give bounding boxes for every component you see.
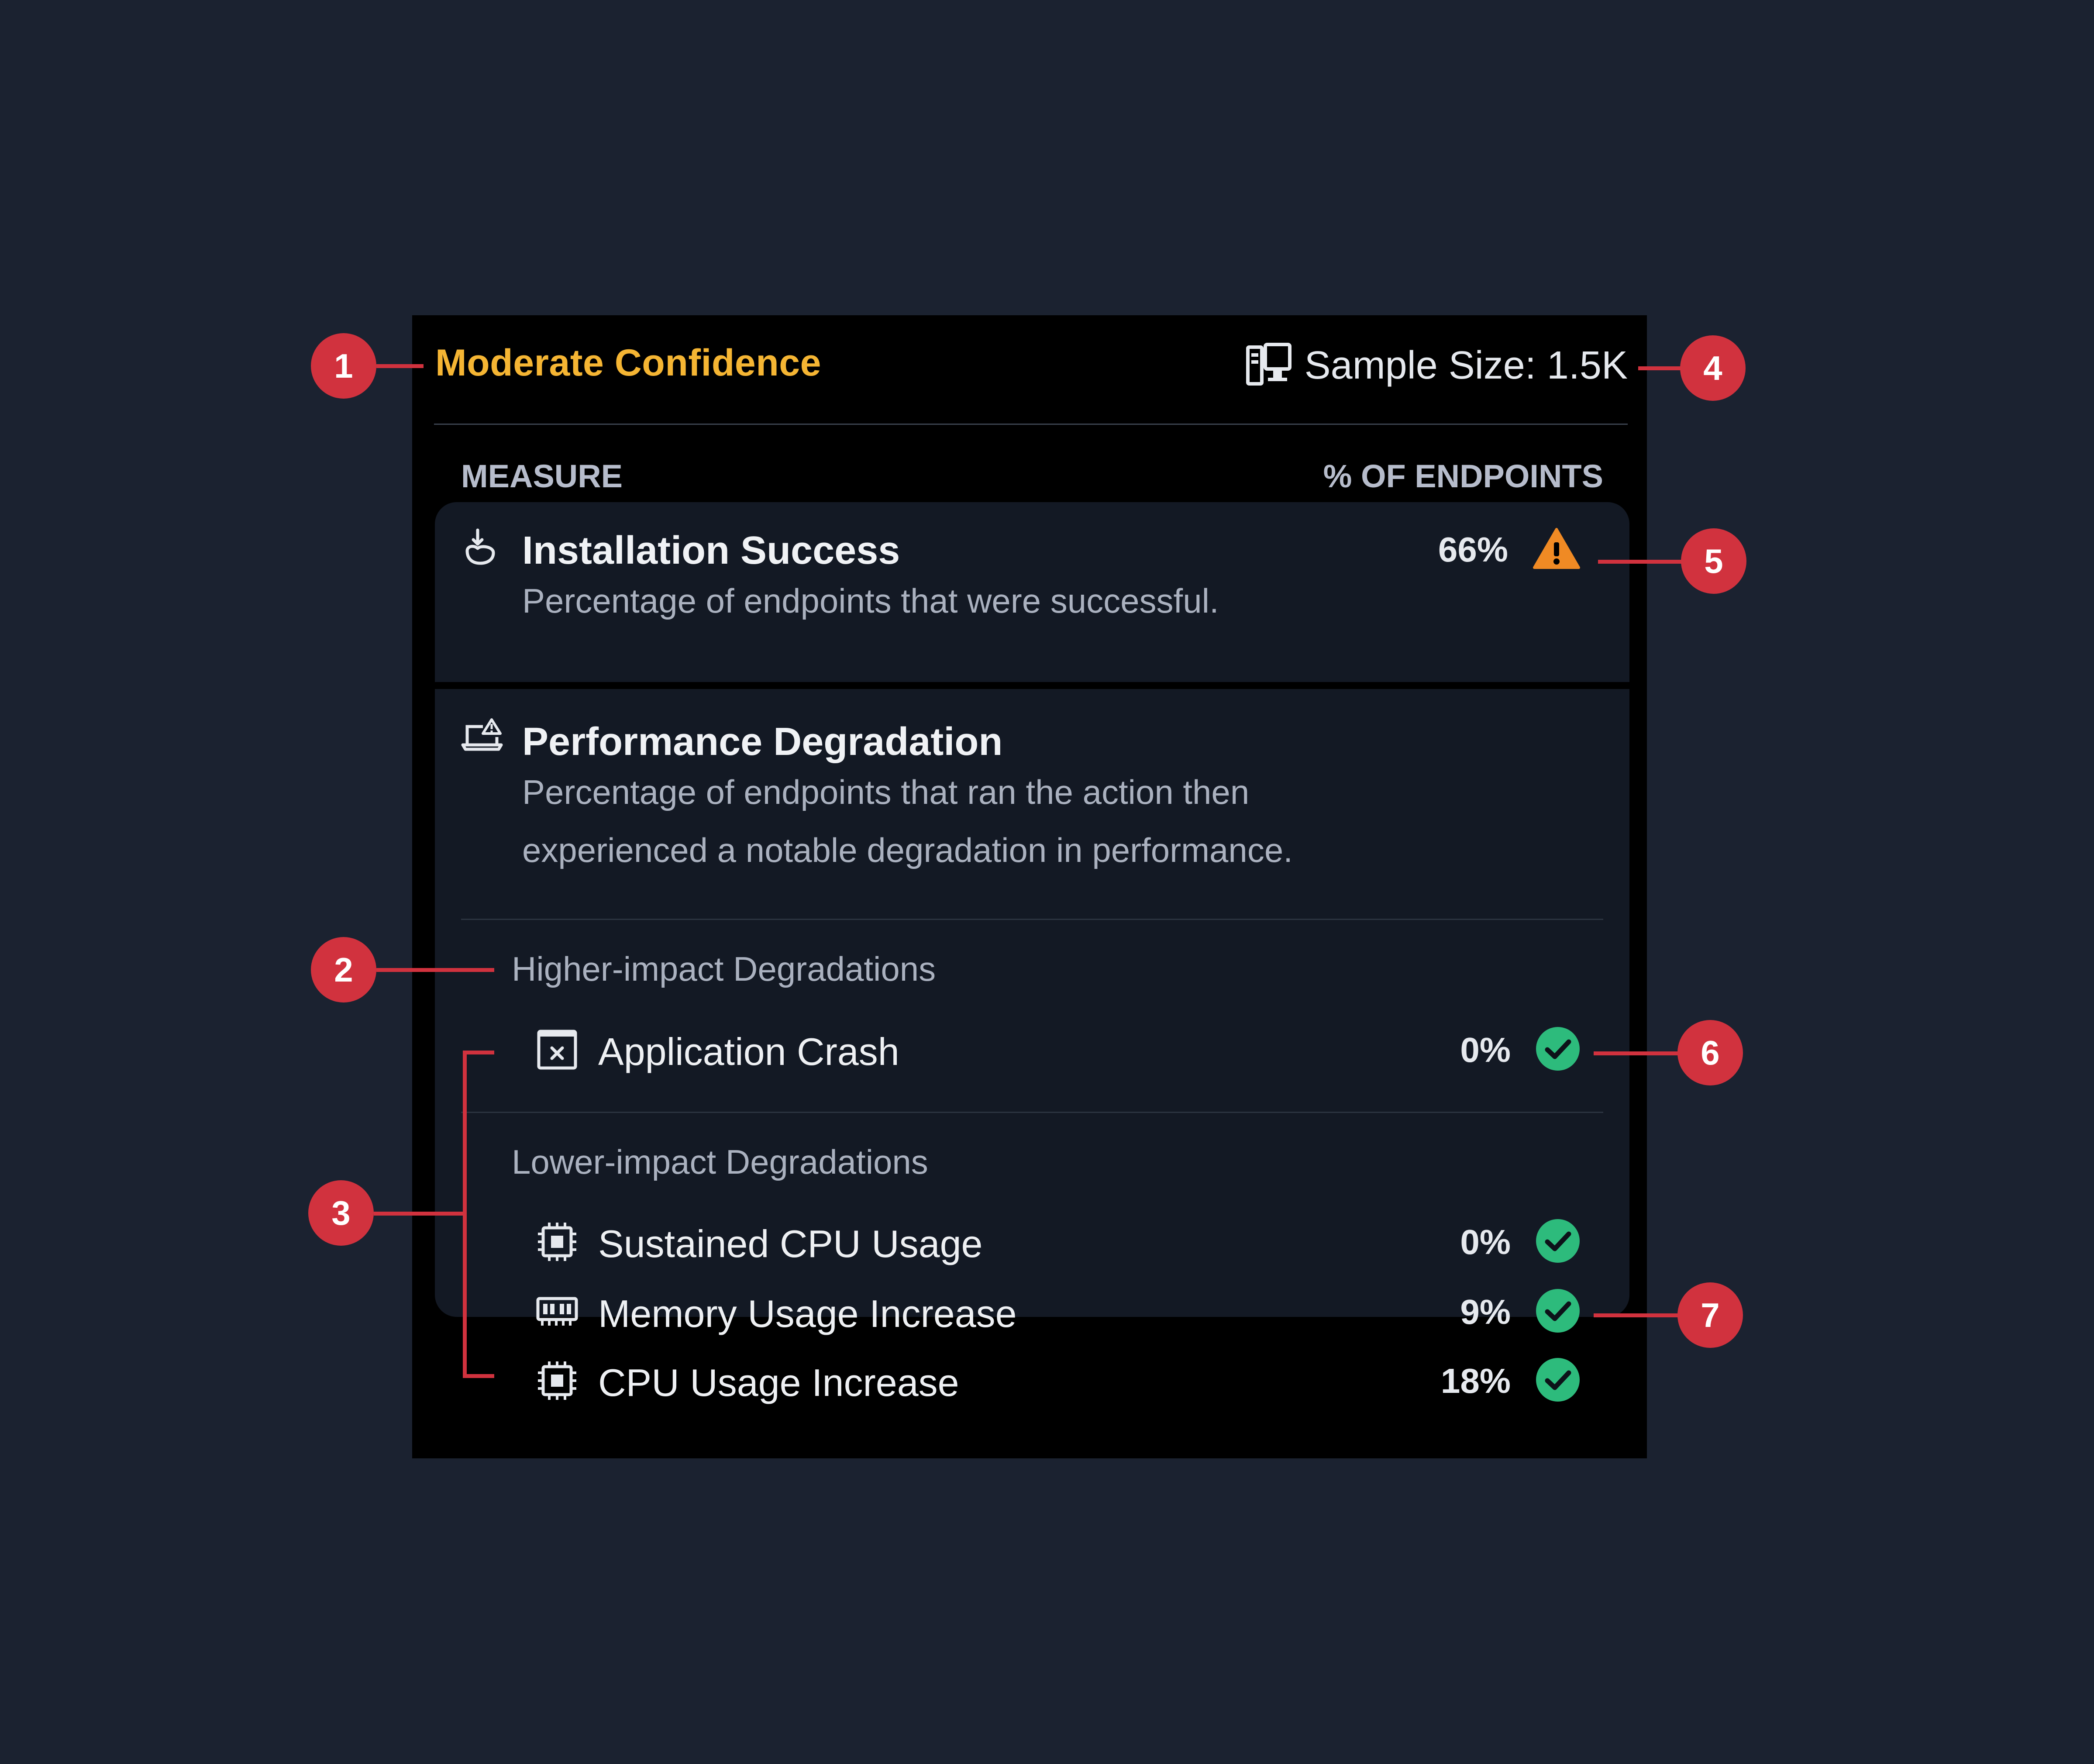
warning-icon (1533, 527, 1581, 572)
application-crash-label: Application Crash (598, 1030, 899, 1073)
installation-success-title: Installation Success (522, 529, 900, 572)
check-circle-icon (1535, 1218, 1581, 1266)
sustained-cpu-usage-metric: 0% (1460, 1218, 1581, 1266)
application-crash-percent: 0% (1460, 1030, 1511, 1069)
memory-usage-increase-label: Memory Usage Increase (598, 1292, 1017, 1335)
description-line: Percentage of endpoints that ran the act… (522, 773, 1250, 811)
memory-usage-increase-row[interactable]: Memory Usage Increase 9% (536, 1288, 1629, 1336)
measure-column-header: MEASURE (461, 458, 623, 494)
sample-size-label: Sample Size: 1.5K (1304, 343, 1628, 387)
section-divider (461, 1112, 1603, 1113)
cpu-usage-increase-metric: 18% (1441, 1357, 1581, 1405)
cpu-usage-increase-label: CPU Usage Increase (598, 1361, 959, 1404)
sustained-cpu-usage-label: Sustained CPU Usage (598, 1222, 983, 1265)
confidence-label: Moderate Confidence (435, 342, 821, 384)
performance-degradation-card[interactable]: Performance Degradation Percentage of en… (435, 689, 1629, 1404)
memory-icon (536, 1291, 578, 1335)
description-line: experienced a notable degradation in per… (522, 831, 1293, 869)
check-circle-icon (1535, 1026, 1581, 1074)
cpu-usage-increase-row[interactable]: CPU Usage Increase 18% (536, 1357, 1629, 1405)
application-crash-row[interactable]: Application Crash 0% (536, 1026, 1629, 1074)
sample-size: Sample Size: 1.5K (1246, 341, 1628, 389)
callout-5-leader (1598, 560, 1683, 564)
installation-success-card[interactable]: Installation Success Percentage of endpo… (435, 502, 1629, 682)
callout-6-leader (1594, 1051, 1679, 1055)
callout-3-leader (374, 1212, 466, 1216)
callout-3: 3 (308, 1180, 374, 1246)
callout-3-bracket (463, 1051, 467, 1378)
cpu-icon (536, 1221, 578, 1265)
higher-impact-title: Higher-impact Degradations (512, 950, 936, 988)
callout-6: 6 (1677, 1020, 1743, 1085)
memory-usage-increase-metric: 9% (1460, 1288, 1581, 1336)
callout-1: 1 (311, 333, 376, 399)
column-headers: MEASURE % OF ENDPOINTS (461, 454, 1603, 498)
confidence-panel: Moderate Confidence Sample Size: 1.5K ME… (412, 315, 1647, 1458)
check-circle-icon (1535, 1288, 1581, 1336)
endpoints-column-header: % OF ENDPOINTS (1323, 458, 1603, 494)
section-divider (461, 919, 1603, 920)
callout-1-leader (376, 364, 424, 368)
memory-usage-increase-percent: 9% (1460, 1292, 1511, 1331)
computer-icon (1246, 342, 1292, 389)
callout-5: 5 (1681, 528, 1746, 594)
performance-degradation-title: Performance Degradation (522, 720, 1003, 764)
callout-4-leader (1638, 366, 1682, 370)
callout-2-leader (376, 968, 494, 972)
callout-2: 2 (311, 937, 376, 1003)
installation-success-metric: 66% (1438, 527, 1581, 572)
callout-3-bracket-top (463, 1051, 494, 1054)
installation-success-percent: 66% (1438, 530, 1508, 569)
cpu-usage-increase-percent: 18% (1440, 1361, 1511, 1400)
callout-3-bracket-bottom (463, 1374, 494, 1378)
sustained-cpu-usage-percent: 0% (1460, 1222, 1511, 1261)
lower-impact-title: Lower-impact Degradations (512, 1143, 928, 1181)
callout-4: 4 (1680, 335, 1746, 401)
app-crash-icon (536, 1029, 578, 1073)
callout-7: 7 (1677, 1282, 1743, 1348)
application-crash-metric: 0% (1460, 1026, 1581, 1074)
callout-7-leader (1594, 1313, 1679, 1317)
laptop-warning-icon (461, 718, 503, 755)
panel-header: Moderate Confidence Sample Size: 1.5K (434, 315, 1628, 425)
performance-degradation-description: Percentage of endpoints that ran the act… (522, 763, 1293, 879)
installation-success-description: Percentage of endpoints that were succes… (522, 582, 1219, 620)
check-circle-icon (1535, 1357, 1581, 1405)
cpu-icon (536, 1360, 578, 1404)
sustained-cpu-usage-row[interactable]: Sustained CPU Usage 0% (536, 1218, 1629, 1266)
install-hand-icon (461, 527, 500, 568)
